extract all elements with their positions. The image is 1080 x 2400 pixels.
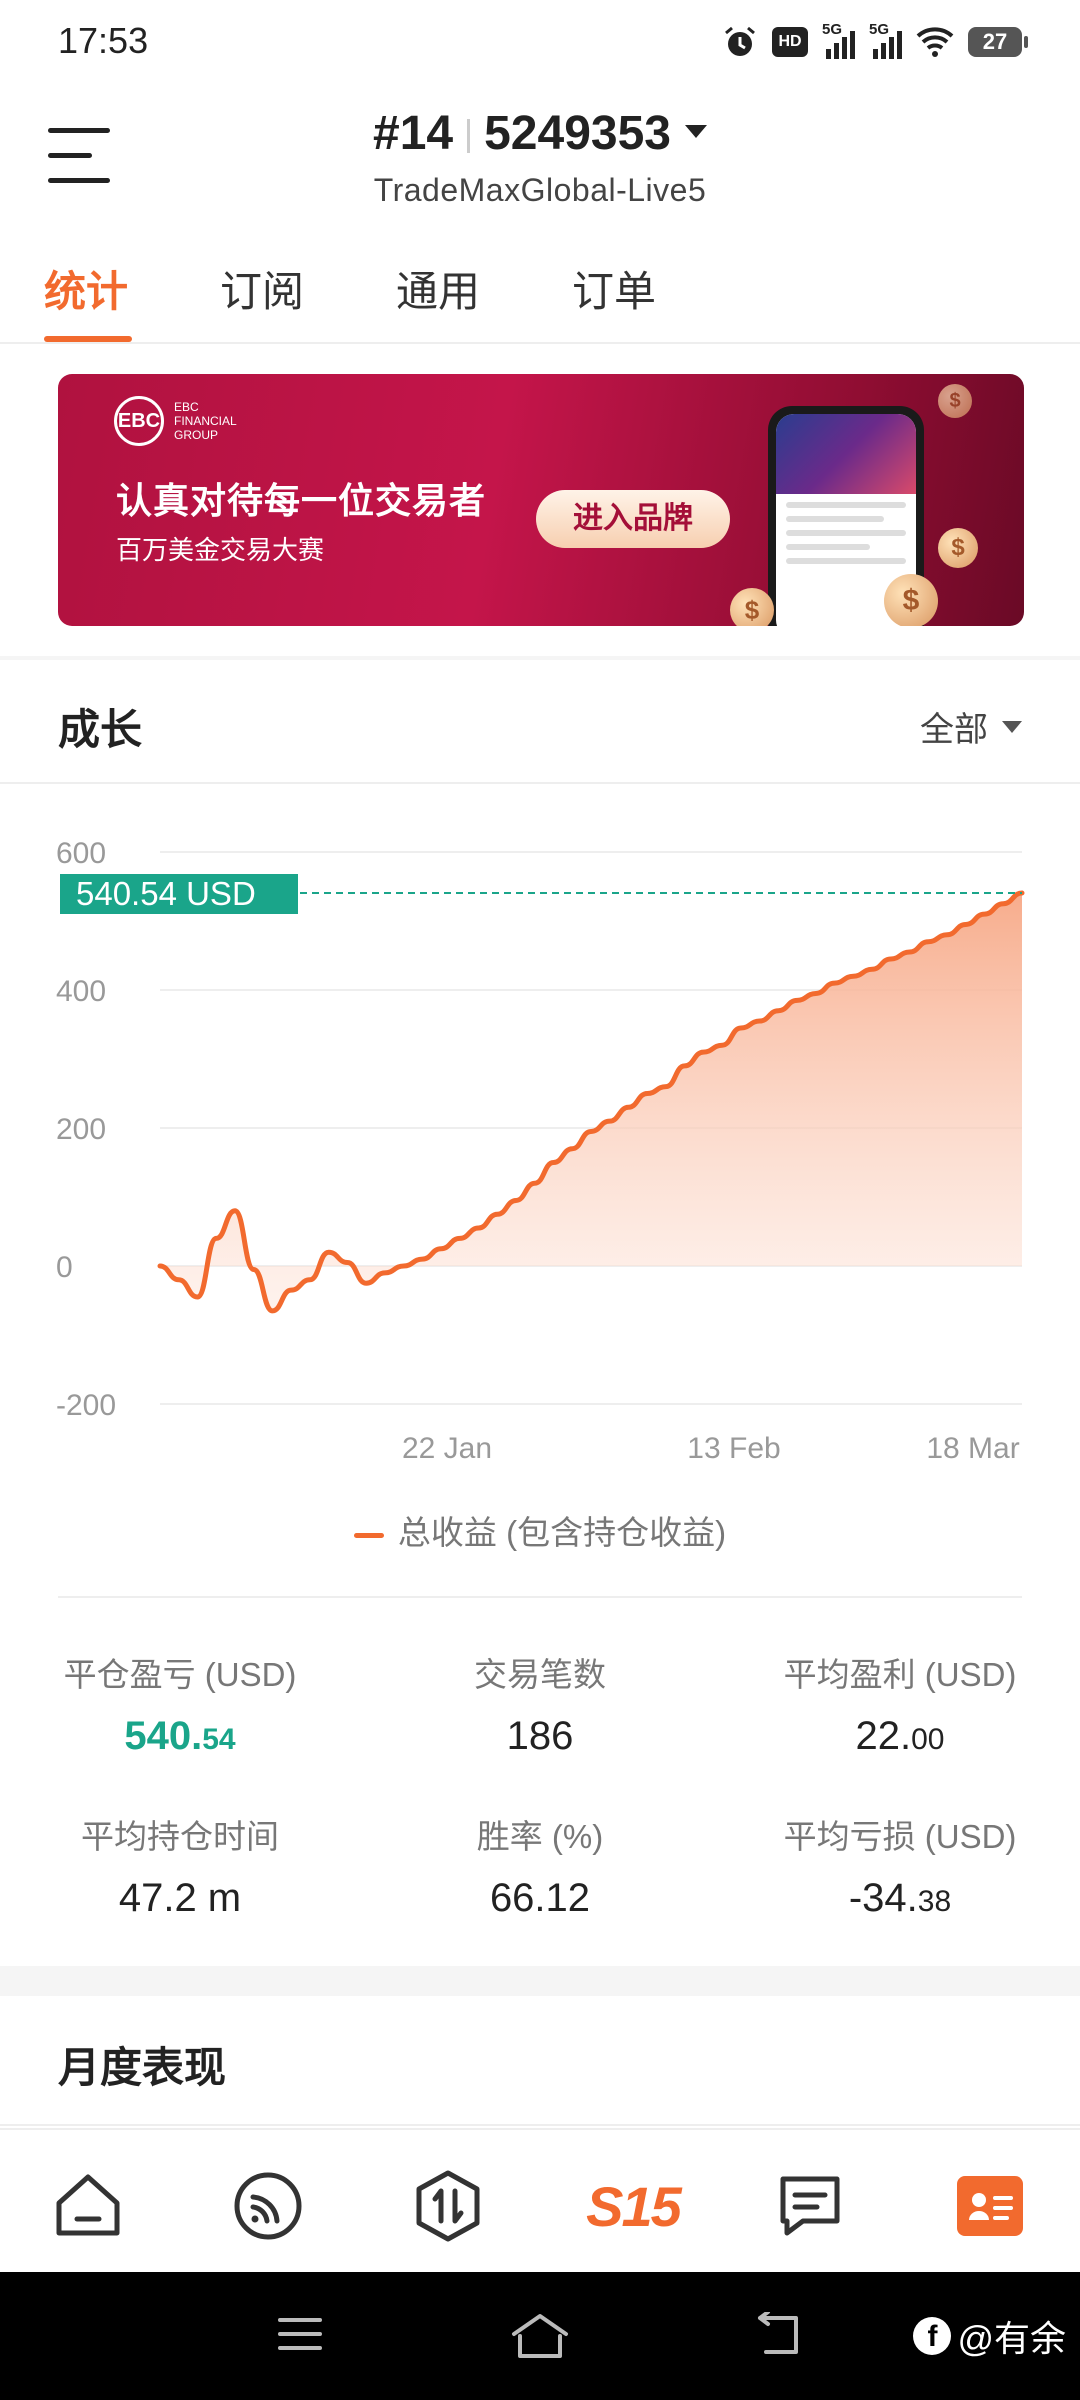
banner-subtitle: 百万美金交易大赛	[116, 535, 325, 565]
broadcast-icon	[234, 2172, 302, 2240]
signal-icon: 5G	[822, 21, 855, 59]
server-name: TradeMaxGlobal-Live5	[373, 172, 707, 208]
chevron-down-icon	[1002, 720, 1022, 733]
back-icon	[758, 2310, 798, 2354]
stat-avg-profit: 平均盈利 (USD) 22.00	[783, 1656, 1017, 1758]
home-button[interactable]	[510, 2312, 570, 2365]
menu-icon	[278, 2318, 322, 2350]
range-label: 全部	[920, 711, 988, 749]
nav-home[interactable]	[48, 2166, 128, 2246]
nav-profile[interactable]	[950, 2166, 1030, 2246]
x-tick-label: 22 Jan	[402, 1432, 492, 1465]
y-tick-label: 600	[56, 837, 106, 870]
watermark-text: @有余	[957, 2318, 1066, 2359]
divider	[58, 1596, 1022, 1598]
alarm-icon	[725, 26, 755, 56]
tab-statistics[interactable]: 统计	[44, 258, 128, 319]
coin-icon: $	[938, 384, 972, 418]
x-axis: 22 Jan 13 Feb 18 Mar	[402, 1432, 1020, 1465]
account-number: 5249353	[484, 107, 671, 160]
watermark: f @有余	[913, 2310, 1066, 2362]
s15-label: S15	[586, 2174, 682, 2238]
nav-messages[interactable]	[770, 2166, 850, 2246]
y-axis: 600 400 200 0 -200	[56, 837, 116, 1422]
tab-orders[interactable]: 订单	[572, 258, 656, 319]
chart-legend: 总收益 (包含持仓收益)	[0, 1506, 1080, 1554]
chart-area-fill	[160, 893, 1022, 1311]
stat-avg-hold-time: 平均持仓时间 47.2 m	[81, 1818, 279, 1920]
status-time: 17:53	[58, 20, 149, 61]
growth-title: 成长	[58, 706, 143, 753]
banner-title: 认真对待每一位交易者	[116, 480, 487, 521]
tab-subscribe[interactable]: 订阅	[220, 258, 304, 319]
account-prefix: #14	[373, 107, 454, 160]
separator	[467, 119, 471, 154]
stat-closed-pnl: 平仓盈亏 (USD) 540.54	[63, 1656, 297, 1758]
section-separator	[0, 1966, 1080, 1996]
stat-trade-count: 交易笔数 186	[474, 1656, 606, 1758]
app-header: #14 5249353 TradeMaxGlobal-Live5	[0, 84, 1080, 234]
coin-icon: $	[730, 588, 774, 626]
bottom-nav: S15	[0, 2128, 1080, 2272]
nav-trade[interactable]	[408, 2166, 488, 2246]
status-icons: HD 5G 5G 27	[722, 21, 1028, 62]
account-selector[interactable]: #14 5249353	[0, 106, 1080, 161]
promo-banner[interactable]: EBC EBC FINANCIAL GROUP 认真对待每一位交易者 百万美金交…	[58, 374, 1024, 626]
y-tick-label: -200	[56, 1389, 116, 1422]
coin-icon: $	[938, 528, 978, 568]
ebc-logo: EBC EBC FINANCIAL GROUP	[114, 396, 237, 446]
tab-active-indicator	[44, 336, 132, 342]
recent-apps-button[interactable]	[276, 2312, 324, 2361]
nav-s15[interactable]: S15	[578, 2166, 688, 2246]
coin-icon: $	[884, 574, 938, 626]
tab-bar: 统计 订阅 通用 订单	[0, 234, 1080, 344]
growth-header: 成长 全部	[0, 660, 1080, 784]
status-bar: 17:53 HD 5G 5G 27	[0, 0, 1080, 84]
legend-label: 总收益 (包含持仓收益)	[397, 1514, 727, 1551]
y-tick-label: 400	[56, 975, 106, 1008]
x-tick-label: 13 Feb	[687, 1432, 780, 1465]
trade-icon	[416, 2170, 480, 2242]
message-icon	[780, 2176, 840, 2236]
x-tick-label: 18 Mar	[926, 1432, 1019, 1465]
range-selector[interactable]: 全部	[920, 702, 1022, 751]
tab-general[interactable]: 通用	[396, 258, 480, 319]
system-nav-bar: f @有余	[0, 2272, 1080, 2400]
legend-swatch	[353, 1532, 384, 1538]
stat-win-rate: 胜率 (%) 66.12	[476, 1818, 604, 1920]
chevron-down-icon	[684, 124, 707, 138]
back-button[interactable]	[752, 2310, 804, 2365]
monthly-performance-section: 月度表现	[0, 1996, 1080, 2126]
home-icon	[512, 2314, 568, 2358]
battery-icon: 27	[968, 27, 1028, 57]
stat-avg-loss: 平均亏损 (USD) -34.38	[783, 1818, 1017, 1920]
profile-card-icon	[957, 2176, 1023, 2236]
y-tick-label: 0	[56, 1251, 73, 1284]
signal-icon: 5G	[869, 21, 902, 59]
hd-badge: HD	[772, 27, 808, 57]
watermark-logo-icon: f	[913, 2317, 952, 2355]
current-value-tag: 540.54 USD	[60, 874, 298, 914]
nav-feed[interactable]	[228, 2166, 308, 2246]
home-icon	[56, 2174, 120, 2236]
wifi-icon	[916, 27, 954, 57]
enter-brand-button[interactable]: 进入品牌	[536, 490, 730, 548]
monthly-title: 月度表现	[58, 2044, 227, 2091]
y-tick-label: 200	[56, 1113, 106, 1146]
